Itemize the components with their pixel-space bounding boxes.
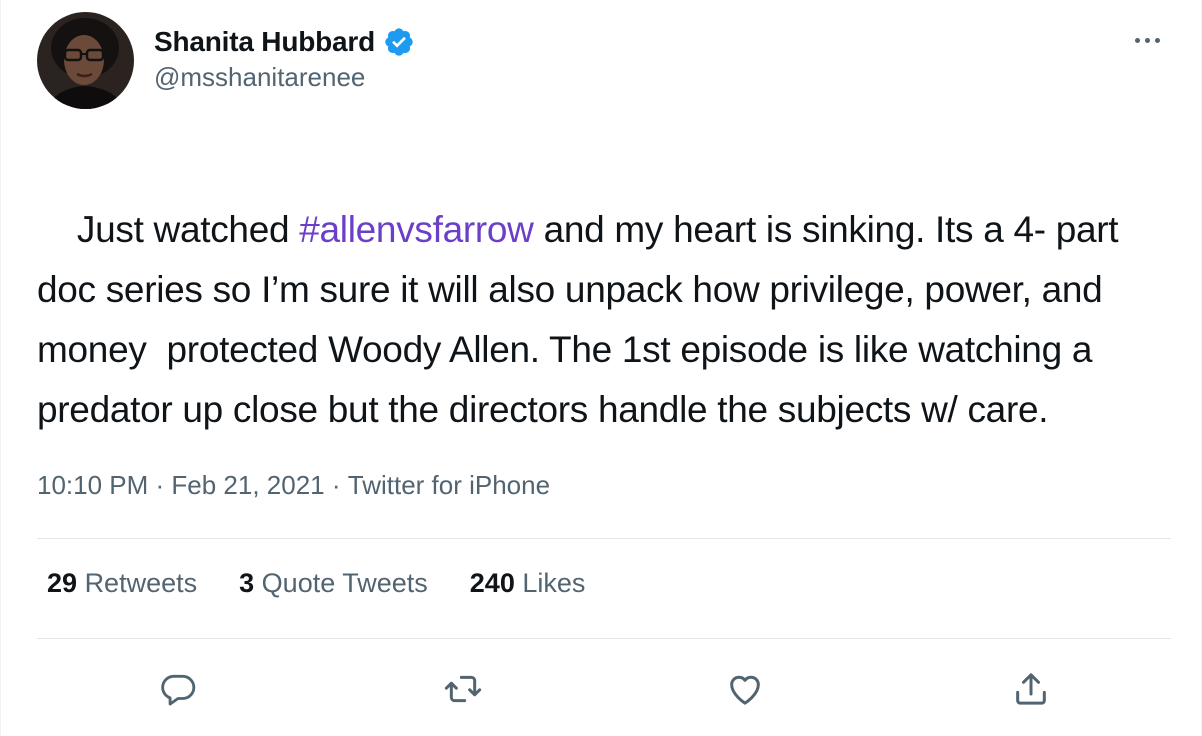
tweet-actions: [1, 664, 1202, 714]
quote-tweets-stat[interactable]: 3 Quote Tweets: [239, 568, 428, 599]
retweet-icon[interactable]: [438, 664, 488, 714]
author-handle[interactable]: @msshanitarenee: [154, 62, 365, 93]
divider: [37, 538, 1171, 539]
retweets-label: Retweets: [84, 568, 198, 598]
author-display-name[interactable]: Shanita Hubbard: [154, 26, 375, 58]
tweet-stats: 29 Retweets 3 Quote Tweets 240 Likes: [47, 568, 585, 599]
avatar[interactable]: [37, 12, 134, 109]
retweets-stat[interactable]: 29 Retweets: [47, 568, 197, 599]
tweet-text: Just watched #allenvsfarrow and my heart…: [37, 140, 1177, 500]
retweets-count: 29: [47, 568, 78, 598]
divider: [37, 638, 1171, 639]
likes-stat[interactable]: 240 Likes: [470, 568, 586, 599]
avatar-image: [37, 12, 134, 109]
more-horizontal-icon[interactable]: [1127, 30, 1167, 50]
tweet-text-part: Just watched: [76, 209, 300, 250]
quote-tweets-count: 3: [239, 568, 255, 598]
tweet-source[interactable]: Twitter for iPhone: [348, 470, 550, 501]
likes-count: 240: [469, 568, 515, 598]
tweet-card: Shanita Hubbard @msshanitarenee Just wat…: [0, 0, 1202, 736]
meta-separator: ·: [148, 470, 172, 500]
reply-icon[interactable]: [153, 664, 203, 714]
author-name-row[interactable]: Shanita Hubbard: [154, 22, 415, 62]
heart-icon[interactable]: [720, 664, 770, 714]
meta-separator: ·: [324, 470, 348, 500]
verified-badge-icon: [383, 26, 415, 58]
tweet-metadata: 10:10 PM · Feb 21, 2021 · Twitter for iP…: [37, 470, 550, 501]
share-icon[interactable]: [1006, 664, 1056, 714]
hashtag-link[interactable]: #allenvsfarrow: [299, 209, 534, 250]
tweet-date[interactable]: Feb 21, 2021: [171, 470, 324, 501]
likes-label: Likes: [522, 568, 586, 598]
quote-tweets-label: Quote Tweets: [261, 568, 428, 598]
tweet-time[interactable]: 10:10 PM: [37, 470, 148, 501]
